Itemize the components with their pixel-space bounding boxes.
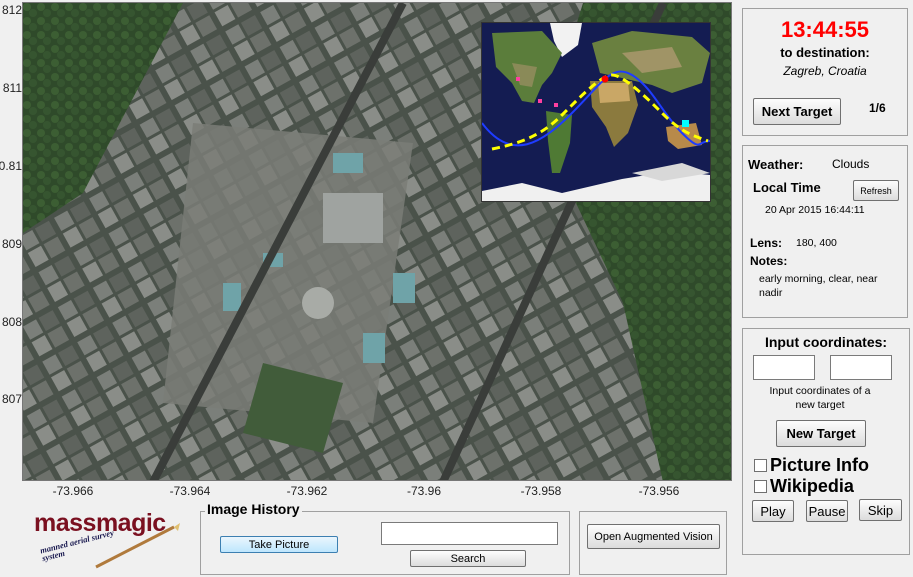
coordinates-hint: Input coordinates of a new target — [769, 385, 871, 411]
y-tick: 808 — [1, 315, 22, 329]
image-history-title: Image History — [205, 501, 302, 517]
picture-info-label[interactable]: Picture Info — [770, 455, 869, 476]
notes-value: early morning, clear, near nadir — [759, 273, 878, 299]
weather-label: Weather: — [748, 157, 804, 172]
y-tick: 811 — [2, 81, 22, 95]
x-tick: -73.966 — [52, 484, 94, 498]
x-tick: -73.956 — [638, 484, 680, 498]
coordinates-panel: Input coordinates: Input coordinates of … — [742, 328, 910, 555]
search-button[interactable]: Search — [410, 550, 526, 567]
coordinates-title: Input coordinates: — [764, 334, 888, 350]
target-progress: 1/6 — [869, 101, 886, 115]
target-marker — [554, 103, 558, 107]
y-tick: 0.81 — [0, 159, 22, 173]
skip-button[interactable]: Skip — [859, 499, 902, 521]
latitude-input[interactable] — [753, 355, 815, 380]
y-tick: 809 — [1, 237, 22, 251]
destination-marker — [601, 75, 609, 83]
longitude-input[interactable] — [830, 355, 892, 380]
lens-label: Lens: — [750, 236, 783, 250]
lens-value: 180, 400 — [796, 237, 837, 249]
current-position-marker — [682, 120, 689, 127]
local-time-label: Local Time — [753, 180, 821, 195]
destination-name: Zagreb, Croatia — [783, 64, 867, 78]
to-destination-label: to destination: — [780, 45, 870, 60]
x-tick: -73.962 — [286, 484, 328, 498]
wikipedia-label[interactable]: Wikipedia — [770, 476, 854, 497]
massmagic-logo: massmagic manned aerial survey system — [30, 505, 190, 569]
wikipedia-checkbox[interactable] — [754, 480, 767, 493]
target-marker — [516, 77, 520, 81]
take-picture-button[interactable]: Take Picture — [220, 536, 338, 553]
x-tick: -73.958 — [520, 484, 562, 498]
wand-icon — [95, 523, 180, 569]
refresh-button[interactable]: Refresh — [853, 180, 899, 201]
weather-value: Clouds — [832, 157, 870, 171]
open-augmented-vision-button[interactable]: Open Augmented Vision — [587, 524, 720, 549]
picture-info-checkbox[interactable] — [754, 459, 767, 472]
notes-label: Notes: — [750, 254, 788, 268]
info-panel: Weather: Clouds Local Time Refresh 20 Ap… — [742, 145, 908, 318]
world-map — [482, 23, 710, 201]
target-marker — [538, 99, 542, 103]
local-time-value: 20 Apr 2015 16:44:11 — [765, 204, 865, 216]
history-search-input[interactable] — [381, 522, 558, 545]
next-target-button[interactable]: Next Target — [753, 98, 841, 125]
countdown-timer: 13:44:55 — [780, 17, 870, 42]
y-tick: 812 — [1, 3, 22, 17]
x-tick: -73.96 — [406, 484, 442, 498]
world-map-inset — [481, 22, 711, 202]
timer-panel: 13:44:55 to destination: Zagreb, Croatia… — [742, 8, 908, 136]
new-target-button[interactable]: New Target — [776, 420, 866, 447]
x-tick: -73.964 — [169, 484, 211, 498]
play-button[interactable]: Play — [752, 500, 794, 522]
y-tick: 807 — [1, 392, 22, 406]
pause-button[interactable]: Pause — [806, 500, 848, 522]
